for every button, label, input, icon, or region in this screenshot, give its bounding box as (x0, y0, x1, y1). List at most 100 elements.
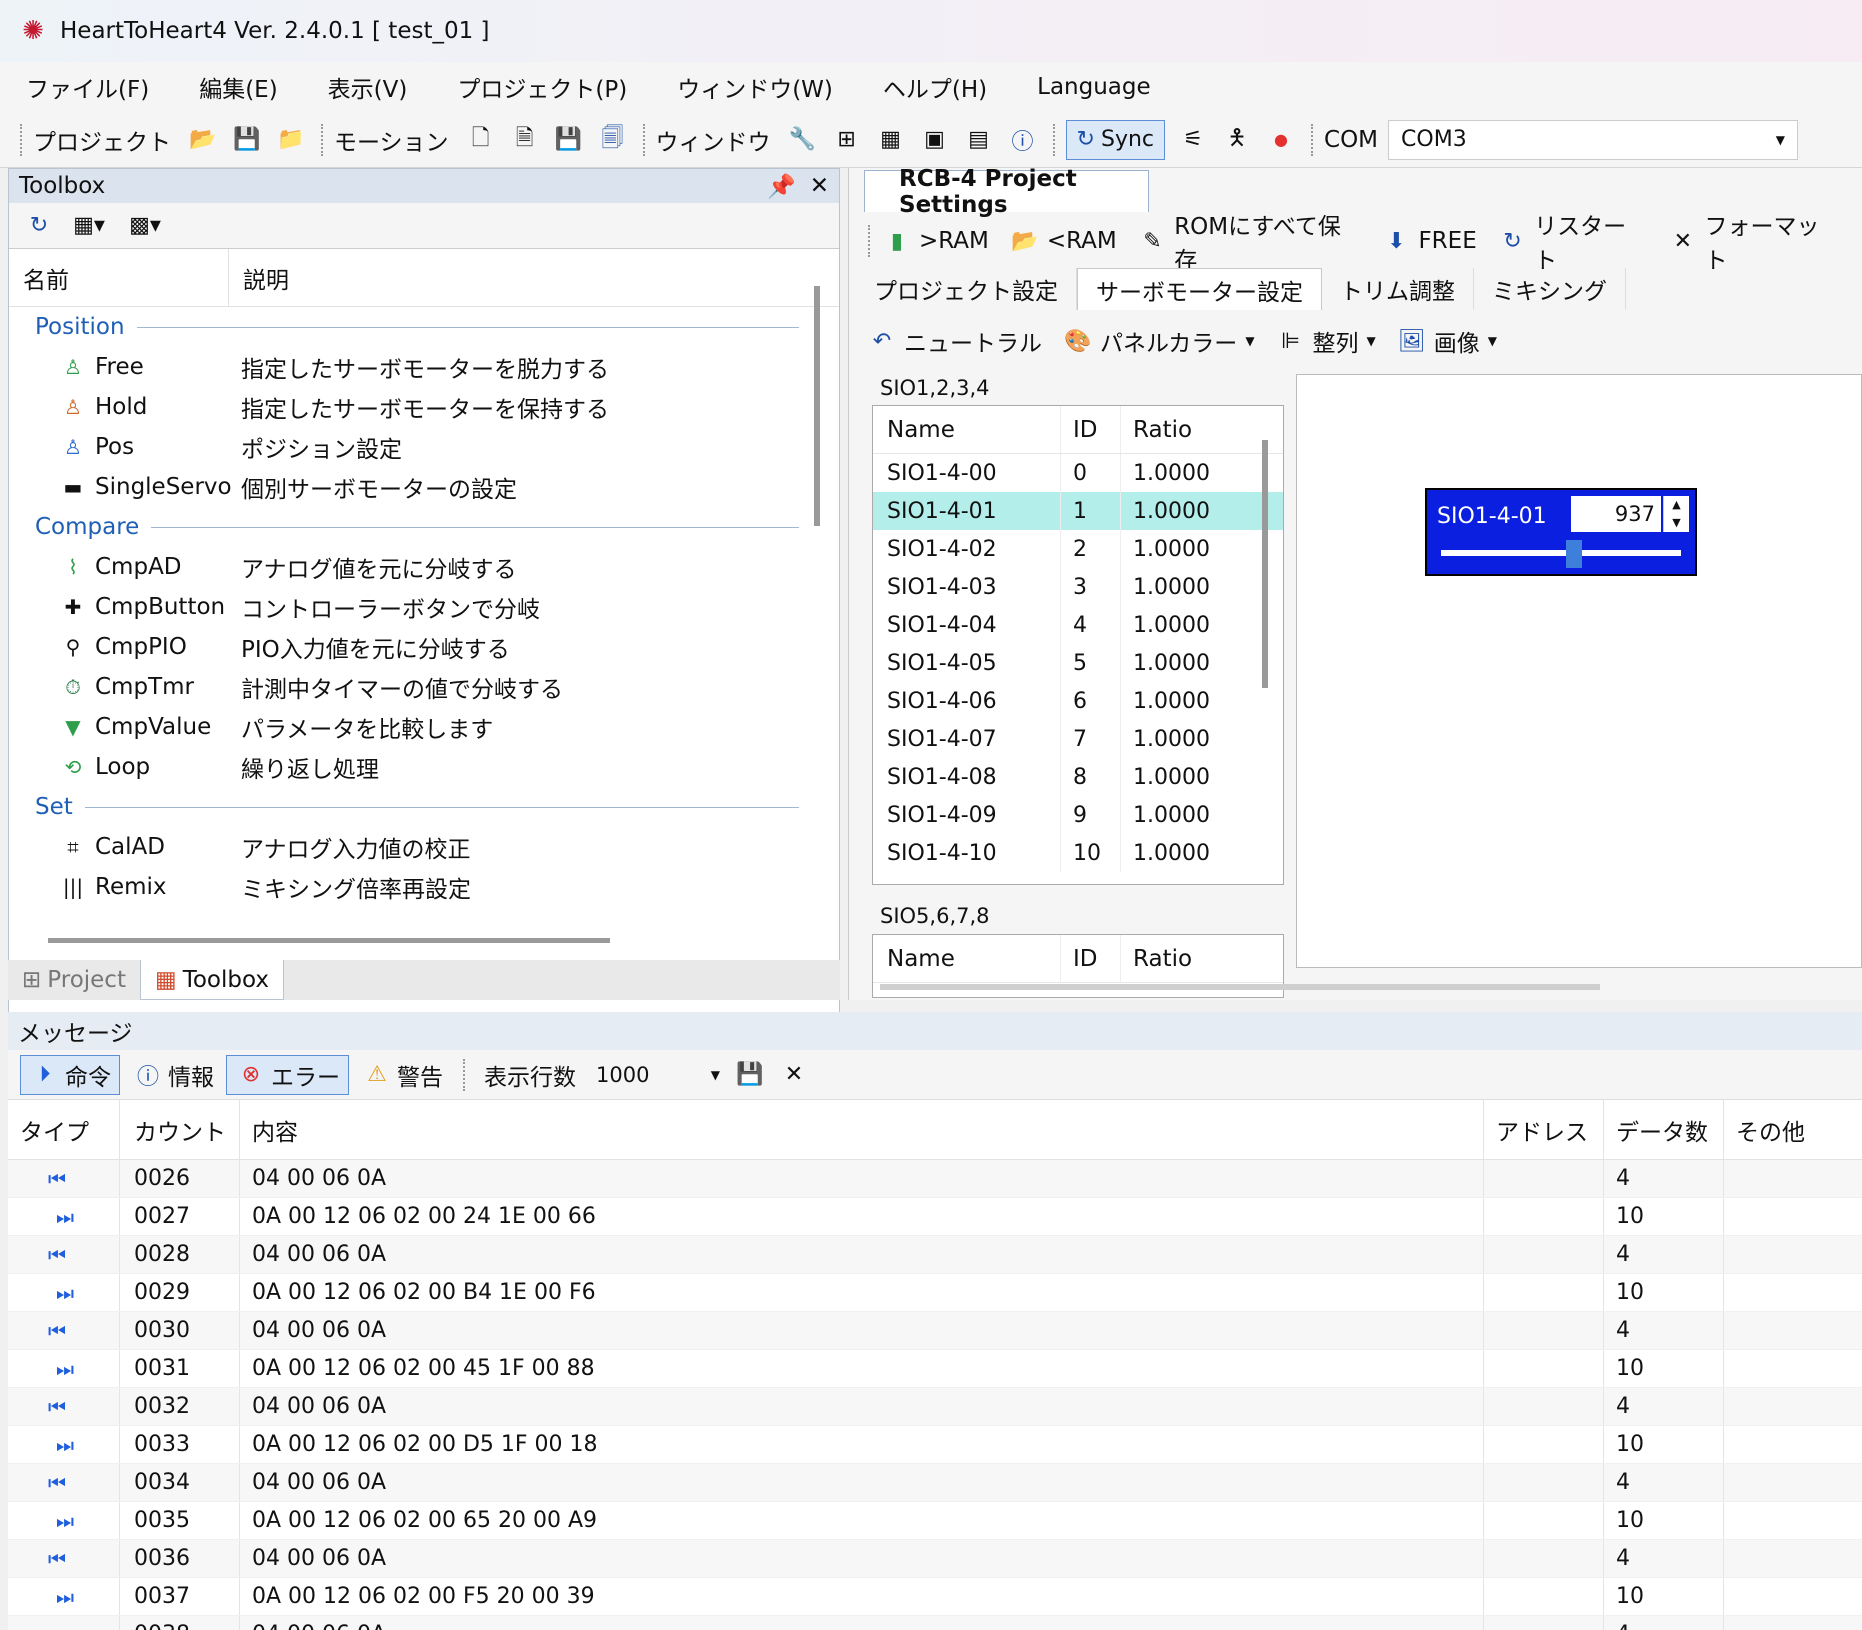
tool-item-cmpad[interactable]: ⌇ CmpAD アナログ値を元に分岐する (9, 547, 839, 587)
servo-ratio-cell[interactable]: 1.0000 (1121, 606, 1241, 644)
servo-ratio-cell[interactable]: 1.0000 (1121, 492, 1241, 530)
table-row[interactable]: SIO1-4-05 5 1.0000 (873, 644, 1283, 682)
table-row[interactable]: ⏮ 003804 00 06 0A 4 (8, 1616, 1862, 1630)
servo-slider-thumb[interactable] (1566, 540, 1583, 568)
menu-edit[interactable]: 編集(E) (191, 64, 285, 110)
table-row[interactable]: SIO1-4-10 10 1.0000 (873, 834, 1283, 872)
align-button[interactable]: ⊫ 整列 ▼ (1275, 324, 1376, 358)
tool-item-cmptmr[interactable]: ⏱ CmpTmr 計測中タイマーの値で分岐する (9, 667, 839, 707)
column-description[interactable]: 説明 (229, 261, 289, 295)
servo-id-cell[interactable]: 6 (1061, 682, 1121, 720)
servo-id-cell[interactable]: 7 (1061, 720, 1121, 758)
toolbar-grip[interactable] (20, 123, 25, 156)
new-folder-icon[interactable]: 📁 (275, 124, 307, 156)
tool-item-cmpbutton[interactable]: ✚ CmpButton コントローラーボタンで分岐 (9, 587, 839, 627)
servo-slider-widget[interactable]: SIO1-4-01 937 ▲ ▼ (1425, 488, 1697, 576)
column-name[interactable]: Name (873, 406, 1061, 453)
tool-item-remix[interactable]: ||| Remix ミキシング倍率再設定 (9, 867, 839, 907)
servo-id-cell[interactable]: 4 (1061, 606, 1121, 644)
column-ratio[interactable]: Ratio (1121, 935, 1241, 982)
free-button[interactable]: ⬇ FREE (1380, 225, 1477, 257)
info-icon[interactable]: ⓘ (1007, 124, 1039, 156)
toolbox-vertical-scrollbar[interactable] (814, 286, 820, 526)
servo-ratio-cell[interactable]: 1.0000 (1121, 454, 1241, 492)
servo-id-cell[interactable]: 9 (1061, 796, 1121, 834)
servo-ratio-cell[interactable]: 1.0000 (1121, 834, 1241, 872)
column-name[interactable]: Name (873, 935, 1061, 982)
write-ram-button[interactable]: ▮ >RAM (881, 225, 989, 257)
filter-error-button[interactable]: ⊗ エラー (226, 1054, 349, 1095)
table-row[interactable]: ⏮ 0032 04 00 06 0A 4 (8, 1388, 1862, 1426)
view-grid-icon[interactable]: ▩▾ (123, 210, 167, 242)
table-row[interactable]: ⏮ 0036 04 00 06 0A 4 (8, 1540, 1862, 1578)
table-row[interactable]: ⏮ 0028 04 00 06 0A 4 (8, 1236, 1862, 1274)
servo-id-cell[interactable]: 3 (1061, 568, 1121, 606)
servo-name-cell[interactable]: SIO1-4-03 (873, 568, 1061, 606)
image-icon[interactable]: ▣ (919, 124, 951, 156)
table-row[interactable]: SIO1-4-08 8 1.0000 (873, 758, 1283, 796)
column-name[interactable]: 名前 (9, 249, 229, 306)
servo-id-cell[interactable]: 10 (1061, 834, 1121, 872)
hierarchy-icon[interactable]: ⊞ (831, 124, 863, 156)
table-row[interactable]: ⏭ 0029 0A 00 12 06 02 00 B4 1E 00 F6 10 (8, 1274, 1862, 1312)
tool-item-singleservo[interactable]: ▬ SingleServo 個別サーボモーターの設定 (9, 467, 839, 507)
refresh-icon[interactable]: ↻ (23, 210, 55, 242)
tab-project[interactable]: ⊞ Project (8, 960, 140, 1000)
servo-name-cell[interactable]: SIO1-4-10 (873, 834, 1061, 872)
save-icon[interactable]: 💾 (231, 124, 263, 156)
servo-name-cell[interactable]: SIO1-4-02 (873, 530, 1061, 568)
table-row[interactable]: ⏭ 0033 0A 00 12 06 02 00 D5 1F 00 18 10 (8, 1426, 1862, 1464)
tab-rcb4-project-settings[interactable]: RCB-4 Project Settings (864, 166, 1149, 218)
human-figure-icon[interactable]: 🯅 (1221, 124, 1253, 156)
table-row[interactable]: SIO1-4-07 7 1.0000 (873, 720, 1283, 758)
column-id[interactable]: ID (1061, 406, 1121, 453)
servo-ratio-cell[interactable]: 1.0000 (1121, 682, 1241, 720)
servo-id-cell[interactable]: 2 (1061, 530, 1121, 568)
save-rom-button[interactable]: ✎ ROMにすべて保存 (1137, 207, 1361, 275)
robot-arm-icon[interactable]: ⚟ (1177, 124, 1209, 156)
servo-name-cell[interactable]: SIO1-4-08 (873, 758, 1061, 796)
servo-id-cell[interactable]: 8 (1061, 758, 1121, 796)
image-button[interactable]: 🖼 画像 ▼ (1396, 324, 1497, 358)
servo-ratio-cell[interactable]: 1.0000 (1121, 796, 1241, 834)
new-file-icon[interactable]: 🗋 (465, 124, 497, 156)
tool-item-free[interactable]: ♙ Free 指定したサーボモーターを脱力する (9, 347, 839, 387)
menu-language[interactable]: Language (1029, 68, 1159, 106)
table-row[interactable]: SIO1-4-03 3 1.0000 (873, 568, 1283, 606)
servo-name-cell[interactable]: SIO1-4-00 (873, 454, 1061, 492)
open-folder-icon[interactable]: 📂 (187, 124, 219, 156)
column-address[interactable]: アドレス (1484, 1100, 1604, 1159)
menu-project[interactable]: プロジェクト(P) (449, 64, 635, 110)
column-other[interactable]: その他 (1724, 1100, 1862, 1159)
save-log-icon[interactable]: 💾 (734, 1059, 766, 1091)
com-port-select[interactable]: COM3 ▼ (1388, 119, 1799, 160)
table-row[interactable]: ⏭ 0037 0A 00 12 06 02 00 F5 20 00 39 10 (8, 1578, 1862, 1616)
table-row[interactable]: SIO1-4-09 9 1.0000 (873, 796, 1283, 834)
menu-window[interactable]: ウィンドウ(W) (669, 64, 841, 110)
column-content[interactable]: 内容 (240, 1100, 1484, 1159)
tool-item-loop[interactable]: ⟲ Loop 繰り返し処理 (9, 747, 839, 787)
sio-table-scrollbar[interactable] (1262, 440, 1268, 688)
close-icon[interactable]: ✕ (810, 173, 829, 199)
view-list-icon[interactable]: ▦▾ (67, 210, 111, 242)
panel-color-button[interactable]: 🎨 パネルカラー ▼ (1062, 324, 1254, 358)
table-row[interactable]: SIO1-4-00 0 1.0000 (873, 454, 1283, 492)
save-all-icon[interactable]: 🗐 (597, 124, 629, 156)
filter-info-button[interactable]: ⓘ 情報 (124, 1055, 222, 1095)
servo-id-cell[interactable]: 0 (1061, 454, 1121, 492)
menu-file[interactable]: ファイル(F) (18, 64, 157, 110)
settings-horizontal-scrollbar[interactable] (880, 984, 1600, 990)
menu-help[interactable]: ヘルプ(H) (875, 64, 995, 110)
table-row[interactable]: ⏮ 0034 04 00 06 0A 4 (8, 1464, 1862, 1502)
tool-item-cmpvalue[interactable]: ▼ CmpValue パラメータを比較します (9, 707, 839, 747)
column-count[interactable]: カウント (120, 1100, 240, 1159)
servo-name-cell[interactable]: SIO1-4-04 (873, 606, 1061, 644)
column-ratio[interactable]: Ratio (1121, 406, 1241, 453)
servo-name-cell[interactable]: SIO1-4-05 (873, 644, 1061, 682)
toolbox-horizontal-scrollbar[interactable] (48, 938, 610, 943)
save-motion-icon[interactable]: 💾 (553, 124, 585, 156)
servo-id-cell[interactable]: 5 (1061, 644, 1121, 682)
servo-ratio-cell[interactable]: 1.0000 (1121, 720, 1241, 758)
table-row[interactable]: ⏮ 0030 04 00 06 0A 4 (8, 1312, 1862, 1350)
column-id[interactable]: ID (1061, 935, 1121, 982)
